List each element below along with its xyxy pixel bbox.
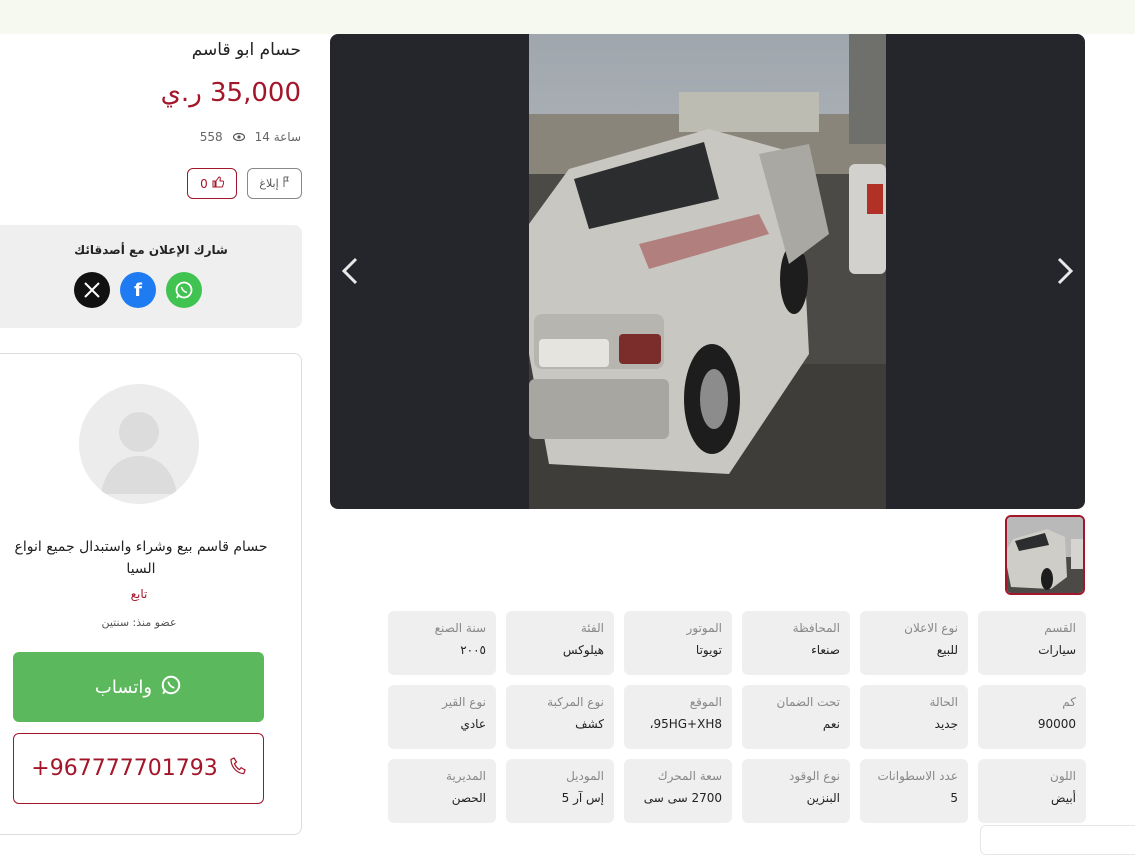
spec-label: الموديل xyxy=(566,769,604,783)
whatsapp-icon xyxy=(160,674,182,701)
chevron-right-icon[interactable] xyxy=(1053,256,1077,286)
spec-label: القسم xyxy=(1044,621,1076,635)
spec-value: هيلوكس xyxy=(562,643,604,657)
spec-label: نوع الوقود xyxy=(789,769,840,783)
specs-grid: القسم سيارات نوع الاعلان للبيع المحافظة صنع… xyxy=(387,611,1086,823)
ad-price: 35,000 ر.ي xyxy=(160,78,301,108)
eye-icon xyxy=(232,131,245,144)
report-label: إبلاغ xyxy=(259,177,279,190)
spec-label: المحافظة xyxy=(792,621,840,635)
spec-item: تحت الضمان نعم xyxy=(742,685,850,749)
image-gallery xyxy=(330,34,1085,509)
spec-label: اللون xyxy=(1050,769,1076,783)
chevron-left-icon[interactable] xyxy=(338,256,362,286)
spec-item: الفئة هيلوكس xyxy=(506,611,614,675)
spec-value: 90000 xyxy=(1037,717,1076,731)
ad-meta: 558 14 ساعة xyxy=(200,130,301,144)
whatsapp-icon[interactable] xyxy=(166,272,202,308)
spec-value: 2700 سی سی xyxy=(643,791,722,805)
spec-value: الحصن xyxy=(451,791,486,805)
spec-value: نعم xyxy=(822,717,840,731)
spec-item: كم 90000 xyxy=(978,685,1086,749)
views-count: 558 xyxy=(199,130,223,144)
posted-time: 14 ساعة xyxy=(254,130,301,144)
spec-label: سنة الصنع xyxy=(434,621,486,635)
spec-item: نوع المركبة كشف xyxy=(506,685,614,749)
ad-title: حسام ابو قاسم xyxy=(191,40,301,60)
spec-item: نوع الاعلان للبيع xyxy=(860,611,968,675)
share-title: شارك الإعلان مع أصدقائك xyxy=(74,243,228,257)
spec-item: سنة الصنع ٢٠٠٥ xyxy=(388,611,496,675)
spec-value: تويوتا xyxy=(695,643,722,657)
gallery-thumbnail[interactable] xyxy=(1005,515,1085,595)
seller-card: حسام قاسم بيع وشراء واستبدال جميع انواع … xyxy=(0,353,302,835)
member-since: عضو منذ: سنتين xyxy=(101,616,177,629)
spec-label: الفئة xyxy=(580,621,604,635)
spec-item: الموديل إس آر 5 xyxy=(506,759,614,823)
phone-button[interactable]: +967777701793 xyxy=(13,733,264,804)
spec-item: المديرية الحصن xyxy=(388,759,496,823)
spec-value: ٢٠٠٥ xyxy=(460,643,486,657)
spec-value: كشف xyxy=(575,717,604,731)
share-icons: f xyxy=(74,272,202,308)
seller-name[interactable]: حسام قاسم بيع وشراء واستبدال جميع انواع … xyxy=(1,536,281,580)
phone-number: +967777701793 xyxy=(31,756,218,781)
spec-label: عدد الاسطوانات xyxy=(877,769,958,783)
spec-value: سيارات xyxy=(1038,643,1076,657)
spec-item: سعة المحرك 2700 سی سی xyxy=(624,759,732,823)
top-bar xyxy=(0,0,1135,34)
whatsapp-label: واتساب xyxy=(94,676,153,698)
spec-item: القسم سيارات xyxy=(978,611,1086,675)
avatar[interactable] xyxy=(79,384,199,504)
spec-value: البنزين xyxy=(806,791,840,805)
spec-label: نوع الاعلان xyxy=(904,621,958,635)
spec-label: الموتور xyxy=(686,621,722,635)
spec-label: تحت الضمان xyxy=(776,695,841,709)
spec-value: 5 xyxy=(950,791,958,805)
x-icon[interactable] xyxy=(74,272,110,308)
flag-icon xyxy=(282,176,290,191)
main-photo[interactable] xyxy=(529,34,886,509)
spec-label: سعة المحرك xyxy=(657,769,722,783)
spec-value: جديد xyxy=(934,717,958,731)
phone-icon xyxy=(230,756,246,781)
spec-item: المحافظة صنعاء xyxy=(742,611,850,675)
spec-value: عادي xyxy=(460,717,486,731)
spec-value: للبيع xyxy=(936,643,958,657)
follow-link[interactable]: تابع xyxy=(1,587,277,601)
spec-item: نوع الوقود البنزين xyxy=(742,759,850,823)
spec-value: 95HG+XH8، xyxy=(649,717,722,731)
spec-item: الموقع 95HG+XH8، xyxy=(624,685,732,749)
share-panel: شارك الإعلان مع أصدقائك f xyxy=(0,225,302,328)
ad-actions: 0 إبلاغ xyxy=(187,168,302,199)
spec-label: نوع المركبة xyxy=(547,695,604,709)
whatsapp-button[interactable]: واتساب xyxy=(13,652,264,722)
facebook-icon[interactable]: f xyxy=(120,272,156,308)
floating-widget[interactable] xyxy=(980,825,1135,855)
like-count: 0 xyxy=(200,176,208,191)
spec-label: كم xyxy=(1062,695,1076,709)
spec-item: الموتور تويوتا xyxy=(624,611,732,675)
spec-label: الحالة xyxy=(929,695,958,709)
thumbs-up-icon xyxy=(212,176,225,191)
spec-item: اللون أبيض xyxy=(978,759,1086,823)
spec-item: الحالة جديد xyxy=(860,685,968,749)
spec-item: عدد الاسطوانات 5 xyxy=(860,759,968,823)
spec-item: نوع القير عادي xyxy=(388,685,496,749)
spec-value: إس آر 5 xyxy=(561,791,604,805)
spec-value: أبيض xyxy=(1051,791,1076,805)
report-button[interactable]: إبلاغ xyxy=(247,168,302,199)
spec-value: صنعاء xyxy=(811,643,840,657)
spec-label: المديرية xyxy=(446,769,486,783)
like-button[interactable]: 0 xyxy=(187,168,237,199)
spec-label: الموقع xyxy=(689,695,722,709)
spec-label: نوع القير xyxy=(442,695,486,709)
